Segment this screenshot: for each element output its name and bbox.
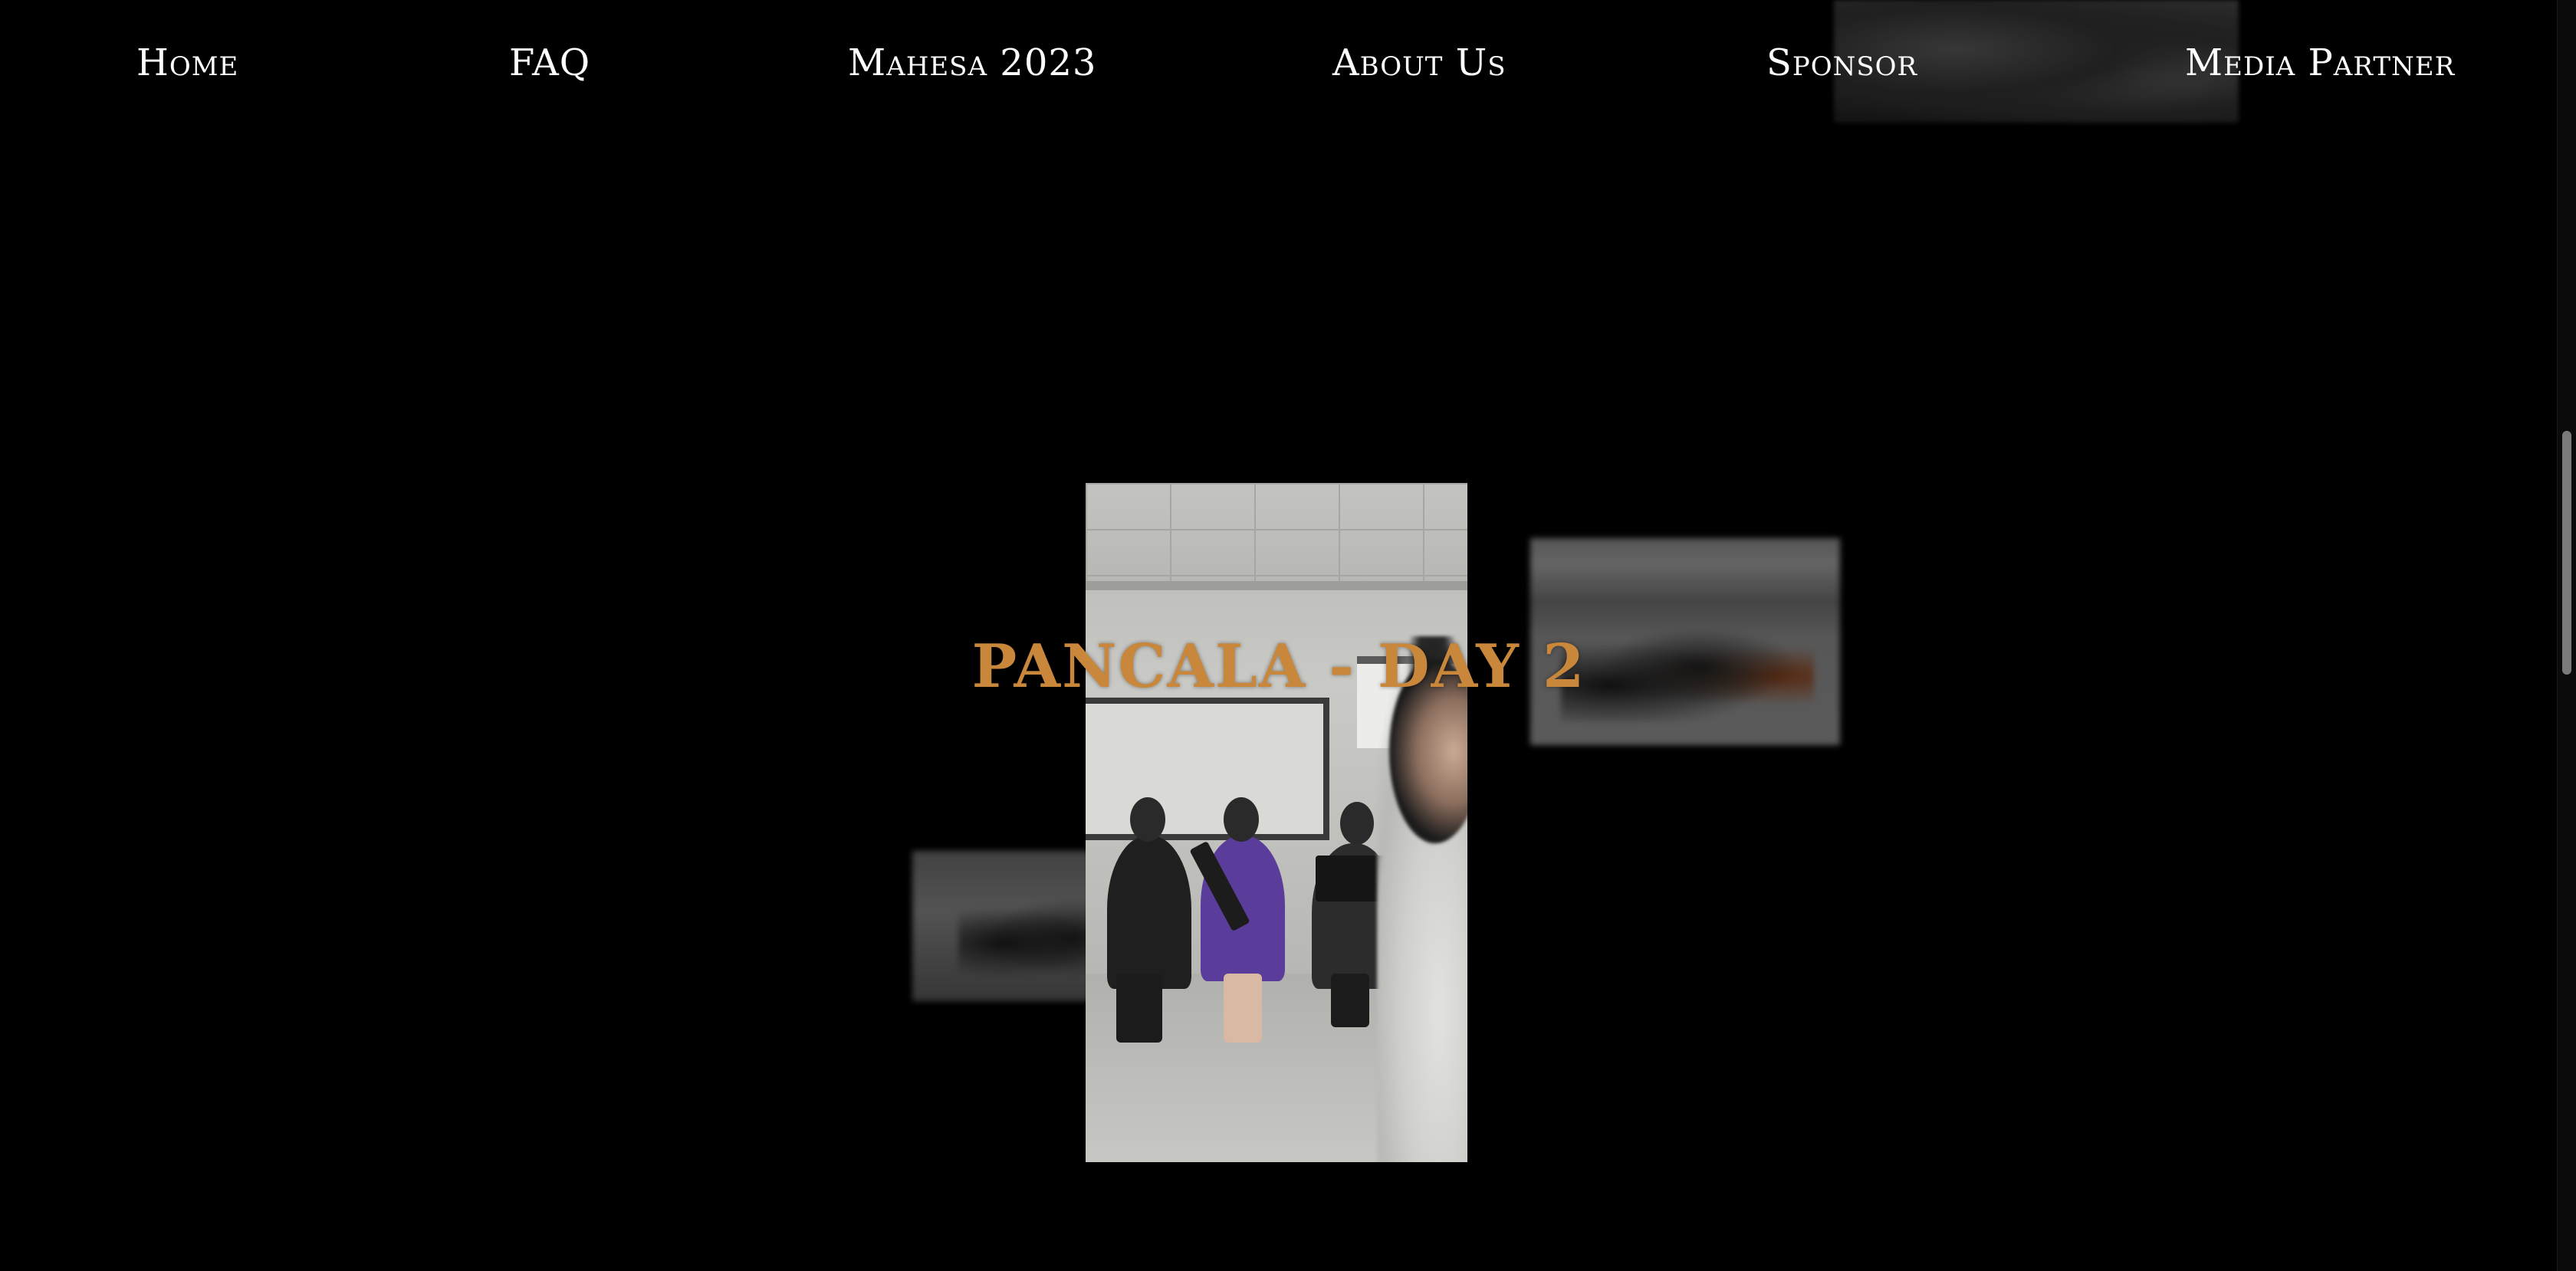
photo-person-center-head — [1224, 797, 1259, 842]
gallery-title: PANCALA - DAY 2 — [971, 632, 1586, 702]
gallery-photo-main — [1086, 483, 1467, 1162]
photo-person-left — [1107, 836, 1191, 989]
photo-person-left-head — [1130, 797, 1165, 842]
photo-whiteboard — [1086, 698, 1329, 840]
nav-about-us-link[interactable]: About Us — [1332, 40, 1506, 86]
photo-wall-strip — [1086, 581, 1467, 590]
photo-laptop — [1316, 856, 1385, 902]
scrollbar-thumb[interactable] — [2562, 431, 2571, 675]
photo-person-right-head — [1340, 802, 1374, 845]
top-navigation: Home FAQ Mahesa 2023 About Us Sponsor Me… — [0, 0, 2561, 123]
photo-ceiling — [1086, 483, 1467, 583]
photo-person-left-legs — [1116, 974, 1162, 1043]
nav-mahesa-2023-link[interactable]: Mahesa 2023 — [848, 40, 1096, 86]
nav-home-link[interactable]: Home — [136, 40, 238, 86]
nav-media-partner-link[interactable]: Media Partner — [2185, 40, 2455, 86]
photo-person-center-legs — [1224, 974, 1262, 1043]
photo-person-right-legs — [1331, 974, 1369, 1027]
nav-faq-link[interactable]: FAQ — [509, 40, 590, 86]
nav-sponsor-link[interactable]: Sponsor — [1766, 40, 1917, 86]
page-scrollbar[interactable] — [2557, 0, 2576, 1271]
